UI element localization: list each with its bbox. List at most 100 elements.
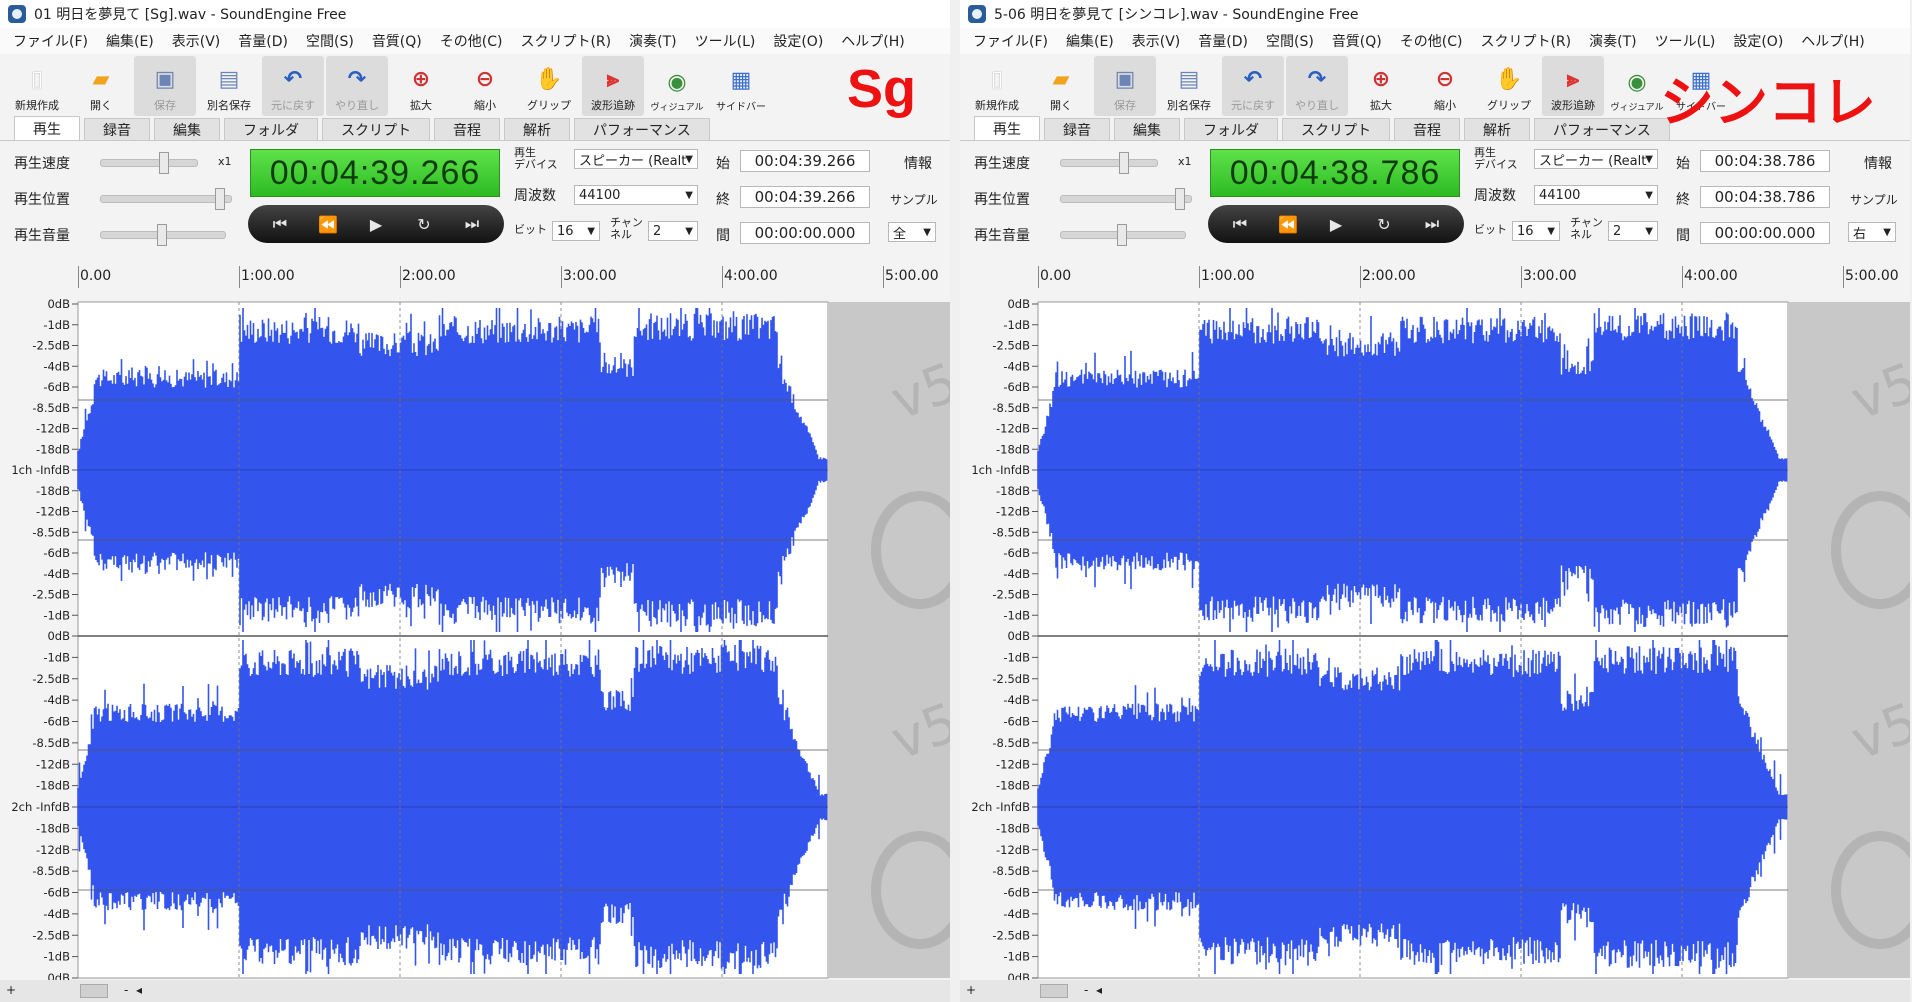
menu-item-9[interactable]: ツール(L)	[686, 31, 765, 51]
volume-slider[interactable]	[1060, 224, 1186, 246]
interval-value[interactable]: 00:00:00.000	[1700, 222, 1830, 244]
time-ruler[interactable]: 0.00 1:00.00 2:00.00 3:00.00 4:00.00 5:00.00	[0, 266, 950, 288]
position-slider[interactable]	[1060, 188, 1192, 210]
menu-item-11[interactable]: ヘルプ(H)	[1792, 31, 1873, 51]
menu-item-1[interactable]: 編集(E)	[1057, 31, 1123, 51]
bit-select[interactable]: 16 ▼	[552, 221, 600, 241]
minus-icon[interactable]: -	[1084, 983, 1088, 997]
visual-button[interactable]: ◉ ヴィジュアル	[646, 56, 708, 116]
plus-icon[interactable]: +	[966, 983, 976, 997]
speed-slider[interactable]	[100, 152, 198, 174]
menu-item-1[interactable]: 編集(E)	[97, 31, 163, 51]
tab-1[interactable]: 録音	[1044, 118, 1110, 140]
rewind-icon[interactable]: ⏪	[312, 215, 344, 234]
menu-item-6[interactable]: その他(C)	[431, 31, 512, 51]
zoom-out-button[interactable]: ⊖ 縮小	[1414, 56, 1476, 116]
waveform-svg[interactable]: v5v50dB-1dB-2.5dB-4dB-6dB-8.5dB-12dB-18d…	[0, 290, 950, 980]
menu-item-11[interactable]: ヘルプ(H)	[832, 31, 913, 51]
menu-item-7[interactable]: スクリプト(R)	[1471, 31, 1580, 51]
scroll-thumb[interactable]	[1040, 984, 1068, 998]
wave-follow-button[interactable]: ⫸ 波形追跡	[1542, 56, 1604, 116]
speed-slider-thumb[interactable]	[159, 152, 169, 174]
menu-item-10[interactable]: 設定(O)	[1724, 31, 1792, 51]
save-button[interactable]: ▣ 保存	[134, 56, 196, 116]
menu-item-3[interactable]: 音量(D)	[1189, 31, 1257, 51]
position-slider[interactable]	[100, 188, 232, 210]
time-ruler[interactable]: 0.00 1:00.00 2:00.00 3:00.00 4:00.00 5:00.00	[960, 266, 1910, 288]
speed-slider[interactable]	[1060, 152, 1158, 174]
tab-0[interactable]: 再生	[974, 116, 1040, 140]
bit-select[interactable]: 16 ▼	[1512, 221, 1560, 241]
position-slider-thumb[interactable]	[1175, 188, 1185, 210]
volume-slider-thumb[interactable]	[1117, 224, 1127, 246]
menu-item-10[interactable]: 設定(O)	[764, 31, 832, 51]
scroll-left-icon[interactable]: ◂	[136, 983, 142, 997]
menu-item-4[interactable]: 空間(S)	[1257, 31, 1323, 51]
end-value[interactable]: 00:04:39.266	[740, 186, 870, 208]
undo-button[interactable]: ↶ 元に戻す	[1222, 56, 1284, 116]
freq-select[interactable]: 44100 ▼	[574, 185, 698, 205]
tab-6[interactable]: 解析	[504, 118, 570, 140]
speed-slider-thumb[interactable]	[1119, 152, 1129, 174]
menu-item-8[interactable]: 演奏(T)	[620, 31, 685, 51]
horizontal-scrollbar[interactable]: + - ◂	[960, 980, 1910, 1002]
zoom-in-button[interactable]: ⊕ 拡大	[1350, 56, 1412, 116]
tab-2[interactable]: 編集	[154, 118, 220, 140]
channel-mode-select[interactable]: 右 ▼	[1848, 222, 1896, 242]
tab-5[interactable]: 音程	[1394, 118, 1460, 140]
grip-button[interactable]: ✋ グリップ	[1478, 56, 1540, 116]
menu-item-9[interactable]: ツール(L)	[1646, 31, 1725, 51]
open-button[interactable]: ▰ 開く	[1030, 56, 1092, 116]
loop-icon[interactable]: ↻	[1368, 215, 1400, 234]
menu-item-4[interactable]: 空間(S)	[297, 31, 363, 51]
grip-button[interactable]: ✋ グリップ	[518, 56, 580, 116]
tab-4[interactable]: スクリプト	[322, 118, 430, 140]
tab-6[interactable]: 解析	[1464, 118, 1530, 140]
menu-item-0[interactable]: ファイル(F)	[4, 31, 97, 51]
waveform-view[interactable]: v5 v5 0dB -1dB -2.5dB -4dB -6dB -8.5dB -12dB -18d…	[960, 290, 1910, 980]
skip-end-icon[interactable]: ⏭	[456, 214, 488, 234]
tab-0[interactable]: 再生	[14, 116, 80, 140]
sidebar-button[interactable]: ▦ サイドバー	[710, 56, 772, 116]
device-select[interactable]: スピーカー (Realt ▼	[574, 149, 698, 169]
horizontal-scrollbar[interactable]: + - ◂	[0, 980, 950, 1002]
tab-4[interactable]: スクリプト	[1282, 118, 1390, 140]
end-value[interactable]: 00:04:38.786	[1700, 186, 1830, 208]
tab-2[interactable]: 編集	[1114, 118, 1180, 140]
channel-select[interactable]: 2 ▼	[648, 221, 698, 241]
menu-item-6[interactable]: その他(C)	[1391, 31, 1472, 51]
menu-item-0[interactable]: ファイル(F)	[964, 31, 1057, 51]
new-button[interactable]: ▯ 新規作成	[6, 56, 68, 116]
waveform-view[interactable]: v5 v5 0dB -1dB -2.5dB -4dB -6dB -8.5dB -12dB -18d…	[0, 290, 950, 980]
undo-button[interactable]: ↶ 元に戻す	[262, 56, 324, 116]
menu-item-2[interactable]: 表示(V)	[1123, 31, 1190, 51]
skip-start-icon[interactable]: ⏮	[264, 214, 296, 234]
menu-item-5[interactable]: 音質(Q)	[1323, 31, 1391, 51]
waveform-svg[interactable]: v5v50dB-1dB-2.5dB-4dB-6dB-8.5dB-12dB-18d…	[960, 290, 1910, 980]
channel-mode-select[interactable]: 全 ▼	[888, 222, 936, 242]
save-as-button[interactable]: ▤ 別名保存	[1158, 56, 1220, 116]
start-value[interactable]: 00:04:39.266	[740, 150, 870, 172]
interval-value[interactable]: 00:00:00.000	[740, 222, 870, 244]
open-button[interactable]: ▰ 開く	[70, 56, 132, 116]
menu-item-8[interactable]: 演奏(T)	[1580, 31, 1645, 51]
skip-start-icon[interactable]: ⏮	[1224, 214, 1256, 234]
minus-icon[interactable]: -	[124, 983, 128, 997]
new-button[interactable]: ▯ 新規作成	[966, 56, 1028, 116]
volume-slider[interactable]	[100, 224, 226, 246]
loop-icon[interactable]: ↻	[408, 215, 440, 234]
tab-5[interactable]: 音程	[434, 118, 500, 140]
visual-button[interactable]: ◉ ヴィジュアル	[1606, 56, 1668, 116]
tab-7[interactable]: パフォーマンス	[1534, 118, 1670, 140]
channel-select[interactable]: 2 ▼	[1608, 221, 1658, 241]
rewind-icon[interactable]: ⏪	[1272, 215, 1304, 234]
zoom-out-button[interactable]: ⊖ 縮小	[454, 56, 516, 116]
tab-1[interactable]: 録音	[84, 118, 150, 140]
tab-3[interactable]: フォルダ	[224, 118, 318, 140]
wave-follow-button[interactable]: ⫸ 波形追跡	[582, 56, 644, 116]
volume-slider-thumb[interactable]	[157, 224, 167, 246]
start-value[interactable]: 00:04:38.786	[1700, 150, 1830, 172]
tab-3[interactable]: フォルダ	[1184, 118, 1278, 140]
zoom-in-button[interactable]: ⊕ 拡大	[390, 56, 452, 116]
menu-item-3[interactable]: 音量(D)	[229, 31, 297, 51]
